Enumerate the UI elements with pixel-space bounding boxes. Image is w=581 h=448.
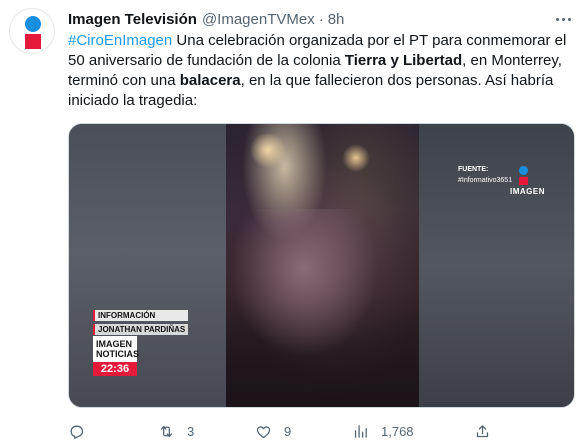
like-count: 9 [284,423,292,439]
watermark-logo-square [519,177,528,185]
author-handle[interactable]: @ImagenTVMex [202,11,315,28]
views-button[interactable]: 1,768 [352,421,414,441]
more-icon[interactable] [553,10,573,28]
tweet-text-segment: 50 aniversario de fundación de la coloni… [68,52,345,69]
watermark-logo-dot [519,166,528,175]
watermark-text: IMAGEN [510,187,545,196]
header-separator: · [318,10,324,28]
tweet-actions: 3 9 1,768 [68,421,498,441]
tweet-text-bold: balacera [179,72,241,89]
video-crowd [226,208,421,407]
tweet-text-line-2: 50 aniversario de fundación de la coloni… [68,51,574,71]
tweet-text-segment: , en Monterrey, [462,52,562,69]
like-icon [256,425,271,438]
hashtag-link[interactable]: #CiroEnImagen [68,32,172,49]
info-tag: INFORMACIÓN [93,310,189,321]
source-ref: #Informativo3651 [458,177,513,184]
share-icon [476,424,489,437]
tweet-text-segment: , en la que fallecieron dos personas. As… [240,72,554,89]
tweet[interactable]: Imagen Televisión @ImagenTVMex · 8h #Cir… [0,0,581,448]
avatar-logo-square [25,34,41,49]
avatar[interactable] [9,8,55,54]
like-button[interactable]: 9 [255,421,291,441]
source-label: FUENTE: [458,166,489,173]
tweet-text-bold: Tierra y Libertad [344,52,463,69]
brand-line-1: IMAGEN [96,339,132,349]
tweet-text-line-3: terminó con una balacera, en la que fall… [68,71,574,91]
reporter-tag: JONATHAN PARDIÑAS [93,324,189,335]
brand-line-2: NOTICIAS [96,349,140,359]
reply-button[interactable] [68,421,97,441]
author-name[interactable]: Imagen Televisión [68,11,197,28]
video-player[interactable]: FUENTE: #Informativo3651 IMAGEN INFORMAC… [68,123,575,408]
share-button[interactable] [474,421,491,441]
retweet-count: 3 [187,423,195,439]
tweet-text-line-4: iniciado la tragedia: [68,92,198,109]
brand-box: IMAGEN NOTICIAS [93,336,140,362]
tweet-text-line-1: #CiroEnImagen Una celebración organizada… [68,31,574,51]
lower-third: INFORMACIÓN JONATHAN PARDIÑAS [93,310,189,335]
video-frame [226,124,421,407]
retweet-button[interactable]: 3 [158,421,194,441]
avatar-logo-dot [25,16,41,32]
brand-clock: 22:36 [93,362,137,376]
tweet-time[interactable]: 8h [328,11,345,28]
tweet-text: #CiroEnImagen Una celebración organizada… [68,31,574,111]
reply-icon [70,425,84,439]
views-count: 1,768 [381,423,414,439]
tweet-text-segment: Una celebración organizada por el PT par… [172,32,567,49]
news-brand: IMAGEN NOTICIAS 22:36 [93,336,140,376]
tweet-header: Imagen Televisión @ImagenTVMex · 8h [68,9,344,29]
tweet-text-segment: terminó con una [68,72,180,89]
views-icon [354,424,367,438]
video-lights [236,134,396,174]
retweet-icon [160,425,173,437]
video-blur-right [419,124,574,407]
